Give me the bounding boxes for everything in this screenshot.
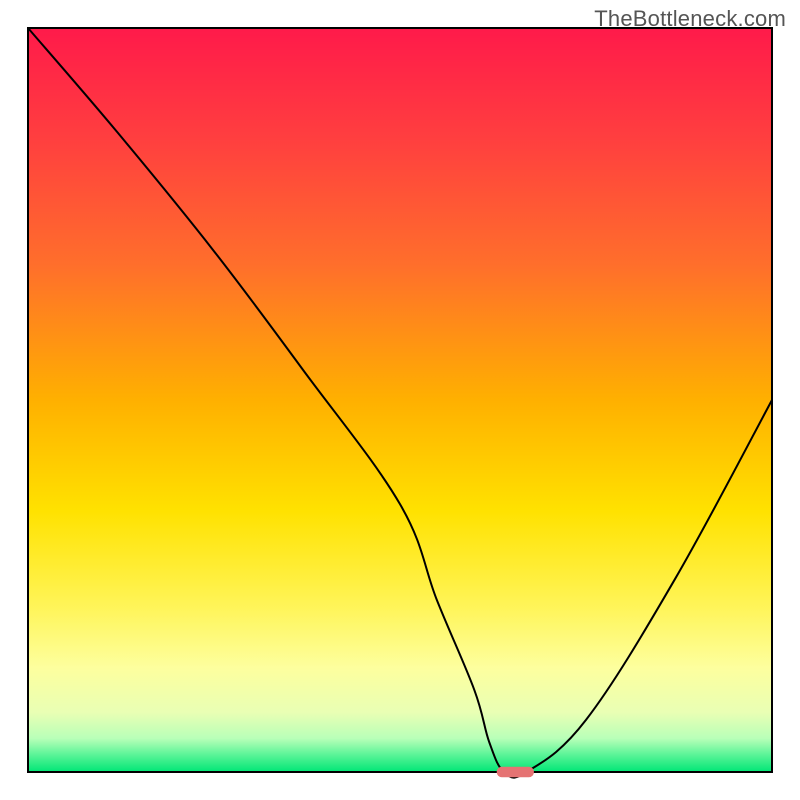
optimal-marker — [497, 767, 534, 777]
chart-svg — [0, 0, 800, 800]
bottleneck-chart: TheBottleneck.com — [0, 0, 800, 800]
watermark-text: TheBottleneck.com — [594, 6, 786, 32]
plot-background — [28, 28, 772, 772]
